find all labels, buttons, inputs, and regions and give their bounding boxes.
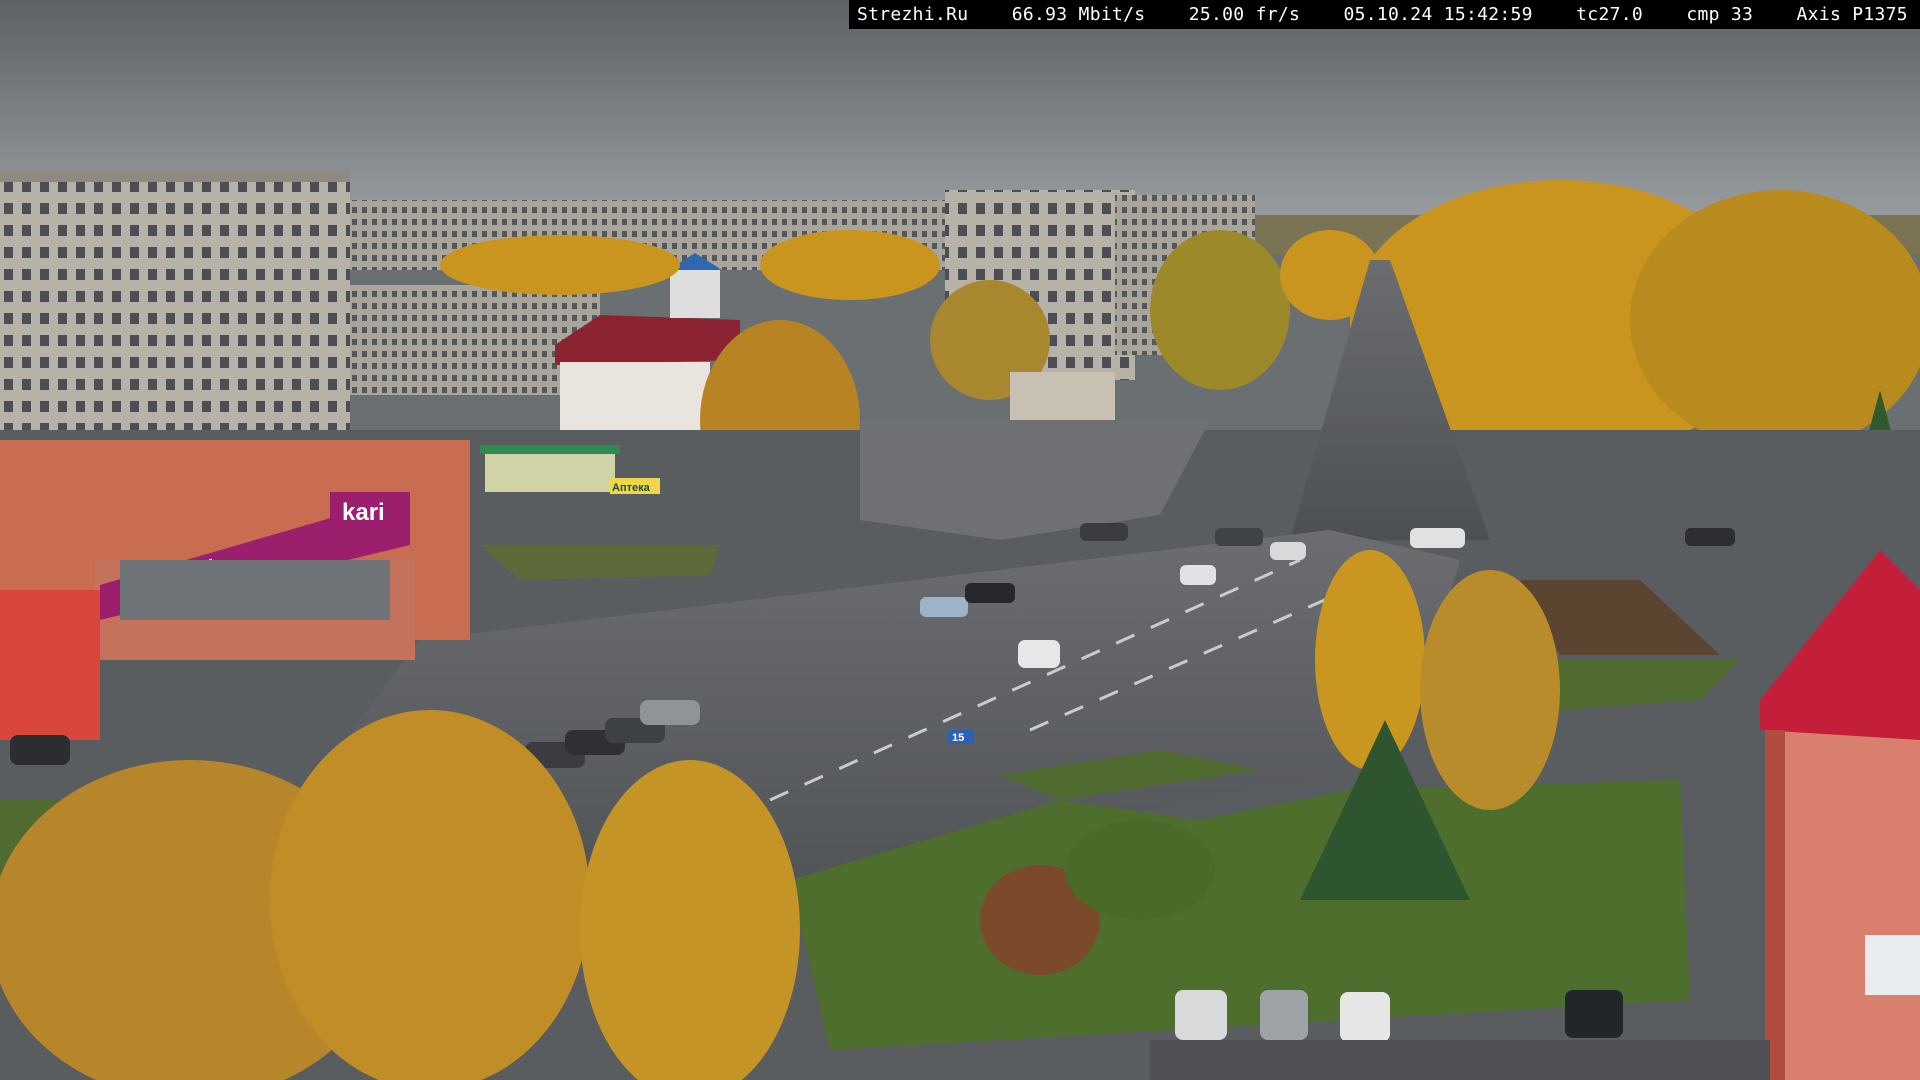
webcam-frame: kari кари Аптека [0,0,1920,1080]
pharmacy-sign-text: Аптека [612,482,651,494]
left-lawn [480,545,720,580]
pharmacy-kiosk [485,450,615,492]
pharmacy-roof [480,445,620,454]
blue-tower [670,268,720,318]
right-building-window [1865,935,1920,995]
right-building-pillar [1765,730,1785,1080]
overlay-site: Strezhi.Ru [857,4,969,25]
overlay-fps: 25.00 fr/s [1188,4,1301,25]
overlay-cmp: cmp 33 [1686,4,1754,25]
store-red-block [0,590,100,740]
overlay-tc: tc27.0 [1576,4,1643,25]
webcam-status-overlay: Strezhi.Ru 66.93 Mbit/s 25.00 fr/s 05.10… [849,0,1920,29]
right-building [1765,720,1920,1080]
overlay-datetime: 05.10.24 15:42:59 [1343,4,1533,25]
store-glass [120,560,390,620]
overlay-camera: Axis P1375 [1796,4,1908,25]
street-scene: kari кари Аптека [0,0,1920,1080]
kari-sign-text: kari [342,499,385,526]
bottom-parking [1150,1040,1770,1080]
bus-stop-number: 15 [952,732,964,744]
left-apartment-roof [0,170,350,182]
overlay-bitrate: 66.93 Mbit/s [1011,4,1146,25]
pavilion [1010,372,1115,420]
